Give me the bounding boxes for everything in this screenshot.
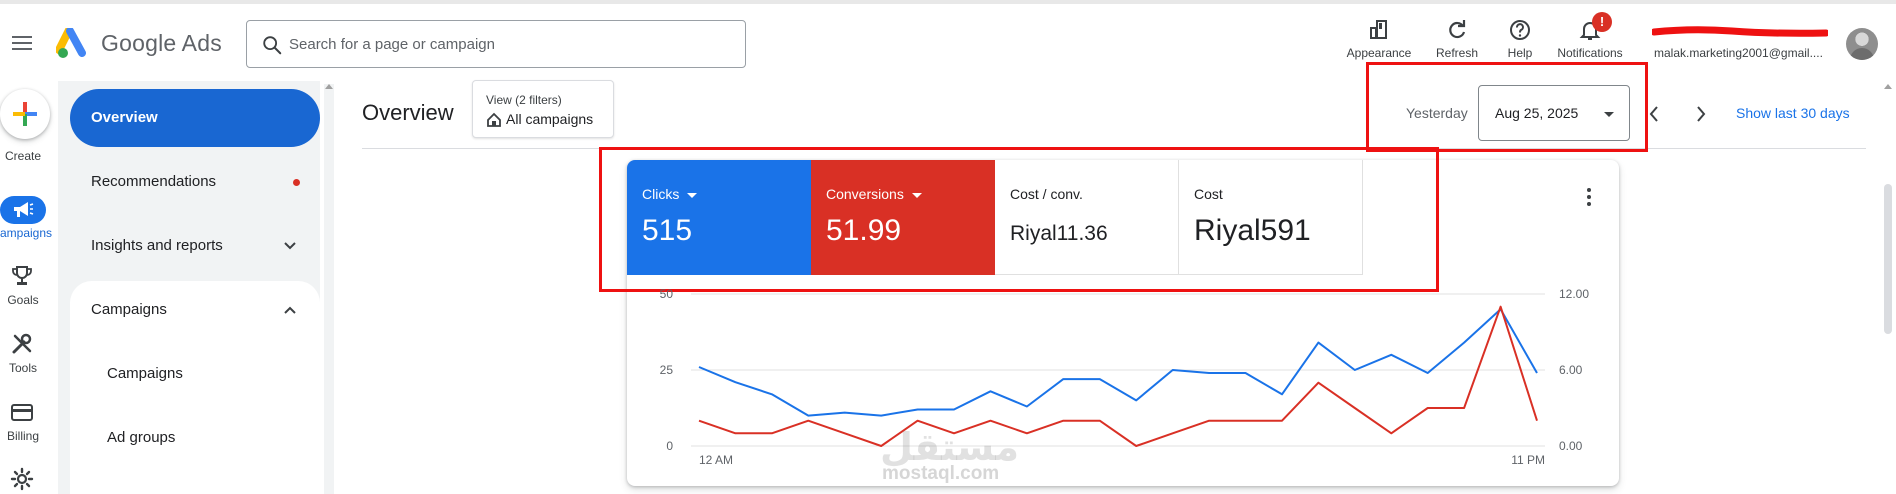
- left-rail: Create ampaigns Goals Tools Billing: [0, 81, 60, 494]
- campaigns-rail-label[interactable]: ampaigns: [0, 226, 52, 240]
- appearance-icon: [1370, 20, 1387, 39]
- google-ads-logo-icon[interactable]: [56, 28, 92, 60]
- view-filter-button[interactable]: View (2 filters) All campaigns: [472, 80, 614, 138]
- tools-icon[interactable]: [10, 332, 34, 356]
- billing-icon[interactable]: [10, 401, 34, 425]
- watermark-latin: mostaql.com: [882, 463, 1000, 484]
- notifications-label: Notifications: [1557, 46, 1623, 60]
- sidebar-item-overview[interactable]: Overview: [70, 89, 320, 147]
- page-scroll-up-icon[interactable]: [1884, 84, 1892, 89]
- avatar[interactable]: [1846, 28, 1878, 60]
- view-filter-count: View (2 filters): [486, 93, 562, 107]
- home-icon: [487, 112, 501, 127]
- create-label: Create: [4, 149, 42, 163]
- page-title: Overview: [362, 100, 454, 125]
- megaphone-icon: [14, 202, 34, 217]
- notifications-button[interactable]: ! Notifications: [1548, 12, 1632, 60]
- refresh-button[interactable]: Refresh: [1428, 18, 1486, 60]
- settings-gear-icon[interactable]: [10, 467, 34, 491]
- appearance-button[interactable]: Appearance: [1344, 18, 1414, 60]
- sidebar: Overview Recommendations Insights and re…: [70, 81, 320, 494]
- refresh-icon: [1449, 20, 1466, 39]
- sidebar-item-insights[interactable]: Insights and reports: [70, 217, 320, 275]
- x-tick-label: 12 AM: [699, 453, 733, 467]
- y-right-tick-label: 0.00: [1559, 439, 1583, 453]
- view-scope: All campaigns: [506, 111, 594, 127]
- sidebar-item-recommendations[interactable]: Recommendations: [70, 153, 320, 211]
- series-line-conversions: [698, 305, 1538, 447]
- sidebar-item-label: Insights and reports: [91, 237, 223, 254]
- help-button[interactable]: Help: [1498, 18, 1542, 60]
- sidebar-scroll-up-icon[interactable]: [325, 84, 333, 89]
- help-label: Help: [1507, 46, 1533, 60]
- search-input[interactable]: [289, 31, 729, 57]
- notification-badge: !: [1592, 12, 1612, 32]
- series-line-clicks: [698, 308, 1538, 417]
- date-highlight-box: [1366, 62, 1648, 152]
- performance-line-chart: 0 25 50 0.00 6.00 12.00 12 AM 11 PM: [660, 287, 1590, 467]
- chevron-right-icon[interactable]: [1694, 104, 1708, 124]
- chevron-up-icon[interactable]: [282, 302, 298, 318]
- account-email[interactable]: malak.marketing2001@gmail....: [1654, 46, 1823, 60]
- y-left-tick-label: 0: [666, 439, 673, 453]
- refresh-label: Refresh: [1435, 46, 1479, 60]
- metrics-highlight-box: [599, 147, 1439, 292]
- trophy-icon[interactable]: [10, 264, 34, 288]
- create-button[interactable]: [0, 89, 50, 139]
- page-scrollbar[interactable]: [1884, 184, 1892, 334]
- chevron-down-icon: [284, 242, 296, 250]
- help-icon: [1510, 20, 1530, 40]
- brand-name[interactable]: Google Ads: [101, 30, 222, 57]
- y-left-tick-label: 50: [660, 287, 674, 301]
- campaigns-group: Campaigns Campaigns Ad groups: [70, 281, 320, 494]
- goals-label[interactable]: Goals: [0, 293, 46, 307]
- show-last-30-days-link[interactable]: Show last 30 days: [1736, 105, 1850, 121]
- appearance-label: Appearance: [1346, 46, 1412, 60]
- sidebar-item-campaigns[interactable]: Campaigns: [107, 365, 183, 382]
- menu-icon[interactable]: [12, 36, 32, 50]
- more-options-icon[interactable]: [1587, 188, 1591, 206]
- sidebar-item-ad-groups[interactable]: Ad groups: [107, 429, 175, 446]
- sidebar-scrollbar[interactable]: [324, 84, 334, 494]
- redacted-account-name: [1652, 26, 1828, 37]
- sidebar-item-campaigns-group[interactable]: Campaigns: [91, 281, 167, 339]
- y-left-tick-label: 25: [660, 363, 674, 377]
- chevron-left-icon[interactable]: [1647, 104, 1661, 124]
- sidebar-item-label: Recommendations: [91, 173, 217, 190]
- campaigns-rail-pill[interactable]: [0, 196, 46, 224]
- search-icon: [263, 36, 282, 55]
- billing-label[interactable]: Billing: [0, 429, 46, 443]
- x-tick-label: 11 PM: [1511, 453, 1545, 467]
- search-box[interactable]: [246, 20, 746, 68]
- sidebar-item-label: Overview: [91, 109, 158, 126]
- y-right-tick-label: 6.00: [1559, 363, 1583, 377]
- y-right-tick-label: 12.00: [1559, 287, 1589, 301]
- tools-label[interactable]: Tools: [0, 361, 46, 375]
- plus-icon: [13, 102, 37, 126]
- new-indicator-dot: [293, 179, 300, 186]
